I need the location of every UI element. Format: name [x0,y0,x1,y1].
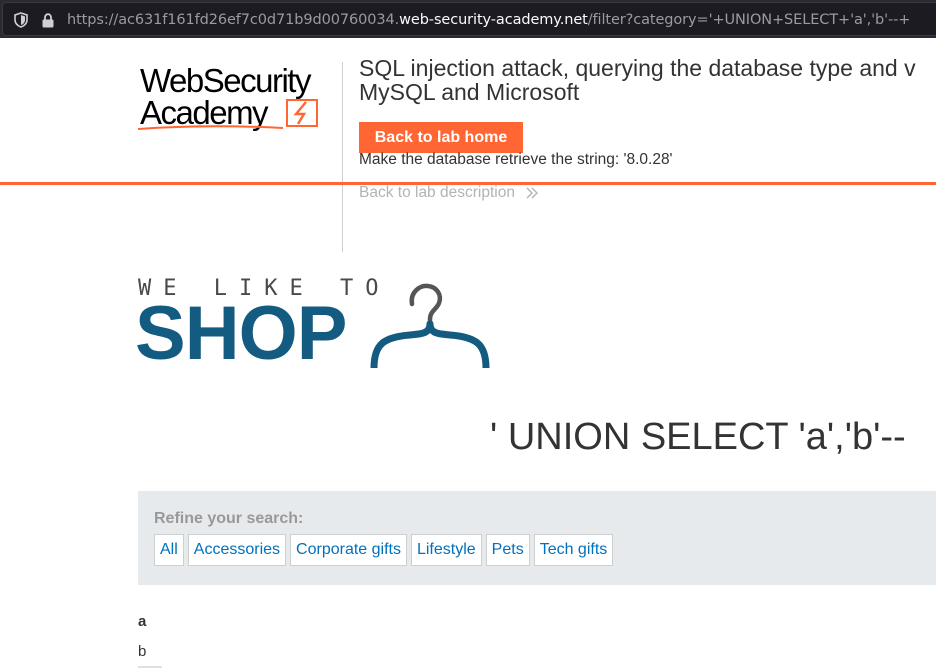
url-subdomain: ac631f161fd26ef7c0d71b9d00760034. [118,12,400,28]
hanger-icon [370,283,490,368]
filter-lifestyle[interactable]: Lifestyle [410,534,482,566]
lab-task-text: Make the database retrieve the string: '… [359,151,673,168]
url-host: web-security-academy.net [399,12,588,28]
filter-pets[interactable]: Pets [485,534,530,566]
back-to-lab-home-button[interactable]: Back to lab home [359,122,523,153]
result-row-b: b [138,643,147,660]
url-path: /filter?category='+UNION+SELECT+'a','b'-… [587,12,911,28]
filter-all[interactable]: All [154,534,184,566]
url-text[interactable]: https://ac631f161fd26ef7c0d71b9d00760034… [67,12,910,28]
lab-description-label: Back to lab description [359,184,515,201]
double-chevron-right-icon [526,187,539,199]
result-row-a: a [138,613,147,630]
page-heading: ' UNION SELECT 'a','b'-- [490,416,906,458]
shield-icon[interactable] [14,12,28,28]
browser-toolbar: https://ac631f161fd26ef7c0d71b9d00760034… [0,0,936,38]
filter-accessories[interactable]: Accessories [187,534,287,566]
filter-panel: Refine your search: All Accessories Corp… [138,491,936,585]
web-security-academy-logo[interactable]: WebSecurity Academy [138,62,344,134]
shop-logo[interactable]: WE LIKE TO SHOP [135,274,490,374]
result-divider [138,666,162,668]
filter-list: All Accessories Corporate gifts Lifestyl… [154,534,614,566]
back-to-lab-description-link[interactable]: Back to lab description [359,184,539,202]
url-scheme: https:// [67,12,119,28]
filter-label: Refine your search: [154,510,304,527]
header-divider [342,62,343,252]
address-bar[interactable]: https://ac631f161fd26ef7c0d71b9d00760034… [2,2,936,36]
lock-icon[interactable] [41,13,55,28]
filter-corporate-gifts[interactable]: Corporate gifts [290,534,407,566]
lab-header: WebSecurity Academy SQL injection attack… [0,38,936,252]
shop-word: SHOP [135,291,347,376]
lab-title-line1: SQL injection attack, querying the datab… [359,55,916,81]
filter-tech-gifts[interactable]: Tech gifts [533,534,614,566]
lab-title-line2: MySQL and Microsoft [359,79,580,105]
lab-title: SQL injection attack, querying the datab… [359,56,916,104]
